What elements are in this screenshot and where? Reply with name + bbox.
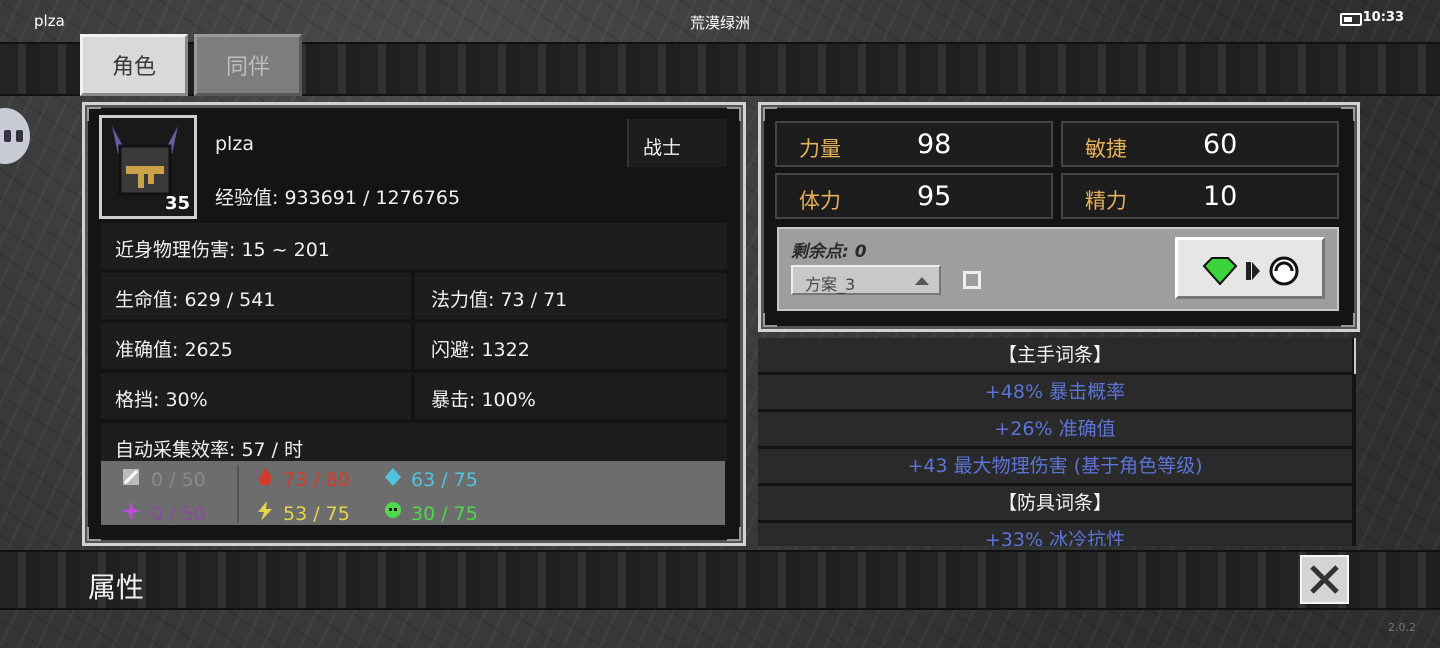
bottom-decorative-band — [0, 550, 1440, 610]
corner-ornament — [763, 107, 777, 121]
hp-text: 生命值: 629 / 541 — [115, 289, 276, 311]
affix-stat: +43 最大物理伤害 (基于角色等级) — [758, 449, 1352, 486]
attr-energy[interactable]: 精力 10 — [1061, 173, 1339, 219]
attr-agility[interactable]: 敏捷 60 — [1061, 121, 1339, 167]
resistance-value: 63 / 75 — [411, 469, 478, 491]
character-level: 35 — [164, 193, 190, 214]
gather-rate-text: 自动采集效率: 57 / 时 — [115, 439, 304, 461]
exp-cell: 经验值: 933691 / 1276765 — [203, 171, 727, 215]
export-icon[interactable] — [963, 271, 981, 289]
affix-stat: +48% 暴击概率 — [758, 375, 1352, 412]
ice-crystal-icon — [385, 468, 401, 486]
mp-text: 法力值: 73 / 71 — [431, 289, 568, 311]
attr-label: 敏捷 — [1085, 137, 1127, 161]
attr-value: 95 — [917, 181, 952, 212]
block-text: 格挡: 30% — [115, 389, 208, 411]
status-title: 荒漠绿洲 — [689, 14, 750, 32]
crit-cell: 暴击: 100% — [415, 373, 727, 419]
battery-icon — [1340, 13, 1362, 26]
character-class: 战士 — [643, 137, 682, 159]
corner-ornament — [763, 313, 777, 327]
arcane-burst-icon — [121, 501, 141, 521]
close-button[interactable] — [1300, 555, 1349, 604]
corner-ornament — [727, 527, 741, 541]
attribute-panel: 力量 98 敏捷 60 体力 95 精力 10 剩余点: 0 方案_3 — [758, 102, 1360, 332]
class-cell: 战士 — [627, 119, 727, 167]
tab-companion[interactable]: 同伴 — [194, 34, 302, 96]
corner-ornament — [87, 527, 101, 541]
poison-skull-icon — [385, 502, 401, 518]
plan-dropdown[interactable]: 方案_3 — [791, 265, 941, 295]
resistance-value: 30 / 75 — [411, 503, 478, 525]
points-box: 剩余点: 0 方案_3 — [777, 227, 1339, 311]
reset-points-button[interactable] — [1175, 237, 1325, 299]
experience-text: 经验值: 933691 / 1276765 — [215, 187, 461, 209]
resistance-value: 73 / 80 — [283, 469, 350, 491]
resistance-value: 53 / 75 — [283, 503, 350, 525]
dropdown-arrow-icon — [915, 277, 929, 285]
sword-icon — [123, 469, 139, 485]
resistance-value: 0 / 50 — [151, 503, 206, 525]
melee-damage-text: 近身物理伤害: 15 ~ 201 — [115, 239, 330, 261]
resistance-value: 0 / 50 — [151, 469, 206, 491]
resistance-box: 0 / 50 73 / 80 63 / 75 0 / 50 53 / 75 30… — [101, 461, 725, 525]
gem-reset-icon — [1202, 256, 1299, 286]
corner-ornament — [727, 107, 741, 121]
divider — [237, 465, 239, 523]
gather-row: 自动采集效率: 57 / 时 — [101, 423, 727, 463]
affix-stat: +26% 准确值 — [758, 412, 1352, 449]
attr-strength[interactable]: 力量 98 — [775, 121, 1053, 167]
lightning-icon — [258, 501, 272, 521]
attr-label: 体力 — [799, 189, 841, 213]
block-cell: 格挡: 30% — [101, 373, 411, 419]
version-label: 2.0.2 — [1388, 621, 1416, 634]
attr-label: 精力 — [1085, 189, 1127, 213]
mp-cell: 法力值: 73 / 71 — [415, 273, 727, 319]
accuracy-cell: 准确值: 2625 — [101, 323, 411, 369]
attr-value: 98 — [917, 129, 952, 160]
affix-header: 【主手词条】 — [758, 338, 1352, 375]
name-cell: plza — [203, 119, 627, 167]
plan-value: 方案_3 — [805, 275, 856, 294]
crit-text: 暴击: 100% — [431, 389, 536, 411]
accuracy-text: 准确值: 2625 — [115, 339, 233, 361]
remaining-points: 剩余点: 0 — [791, 242, 867, 262]
corner-ornament — [1341, 313, 1355, 327]
affix-list[interactable]: 【主手词条】 +48% 暴击概率 +26% 准确值 +43 最大物理伤害 (基于… — [758, 338, 1356, 546]
affix-stat: +33% 冰冷抗性 — [758, 523, 1352, 546]
character-panel: 35 plza 战士 经验值: 933691 / 1276765 近身物理伤害:… — [82, 102, 746, 546]
fire-icon — [259, 468, 272, 486]
status-time: 10:33 — [1362, 10, 1404, 25]
corner-ornament — [1341, 107, 1355, 121]
character-name: plza — [215, 133, 254, 155]
dodge-cell: 闪避: 1322 — [415, 323, 727, 369]
hp-cell: 生命值: 629 / 541 — [101, 273, 411, 319]
affix-scrollbar[interactable] — [1354, 338, 1356, 374]
attr-value: 10 — [1203, 181, 1238, 212]
dodge-text: 闪避: 1322 — [431, 339, 530, 361]
attr-stamina[interactable]: 体力 95 — [775, 173, 1053, 219]
character-portrait[interactable]: 35 — [99, 115, 197, 219]
affix-header: 【防具词条】 — [758, 486, 1352, 523]
tab-character[interactable]: 角色 — [80, 34, 188, 96]
close-icon — [1310, 565, 1339, 594]
melee-row: 近身物理伤害: 15 ~ 201 — [101, 223, 727, 269]
page-title: 属性 — [88, 571, 145, 604]
attr-value: 60 — [1203, 129, 1238, 160]
attr-label: 力量 — [799, 137, 841, 161]
